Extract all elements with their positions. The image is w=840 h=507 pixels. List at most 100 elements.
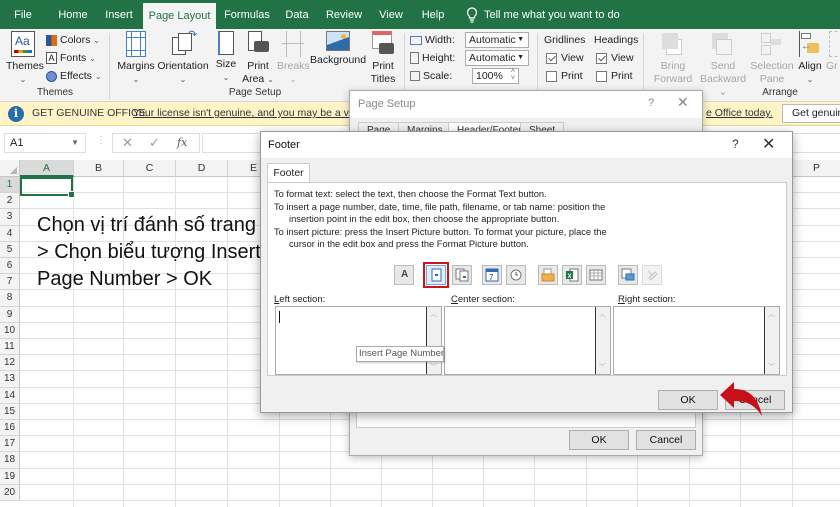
align-button[interactable]: ← Align ⌄ xyxy=(796,31,824,86)
insert-function-icon[interactable]: fx xyxy=(177,136,187,149)
insert-page-number-button[interactable] xyxy=(423,262,449,288)
scroll-down-icon[interactable]: ﹀ xyxy=(599,362,606,372)
tab-review[interactable]: Review xyxy=(325,0,363,29)
height-dropdown[interactable]: Automatic ▼ xyxy=(465,50,529,66)
left-section-input[interactable]: ︿ ﹀ xyxy=(275,306,442,375)
row-header-15[interactable]: 15 xyxy=(0,403,20,420)
margins-button[interactable]: Margins ⌄ xyxy=(116,31,156,86)
scroll-up-icon[interactable]: ︿ xyxy=(430,309,437,319)
row-header-3[interactable]: 3 xyxy=(0,209,20,226)
tab-file[interactable]: File xyxy=(8,0,38,29)
fonts-button[interactable]: A Fonts ⌄ xyxy=(46,49,96,67)
banner-message-link-end[interactable]: e Office today. xyxy=(706,107,773,119)
selected-cell-a1[interactable] xyxy=(20,177,75,198)
headings-print-checkbox[interactable]: Print xyxy=(596,67,633,85)
group-button[interactable]: Gr xyxy=(826,31,840,73)
insert-picture-button[interactable] xyxy=(618,265,638,285)
row-header-10[interactable]: 10 xyxy=(0,322,20,339)
scroll-down-icon[interactable]: ﹀ xyxy=(768,362,775,372)
row-header-14[interactable]: 14 xyxy=(0,387,20,404)
headings-view-checkbox[interactable]: View xyxy=(596,49,634,67)
print-titles-button[interactable]: Print Titles xyxy=(367,31,399,86)
tab-footer[interactable]: Footer xyxy=(267,163,310,183)
format-text-button[interactable]: A xyxy=(394,265,414,285)
scrollbar[interactable]: ︿ ﹀ xyxy=(764,307,779,374)
row-header-1[interactable]: 1 xyxy=(0,177,20,194)
column-header-p[interactable]: P xyxy=(793,160,840,177)
tab-view[interactable]: View xyxy=(377,0,405,29)
row-header-20[interactable]: 20 xyxy=(0,484,20,501)
row-header-19[interactable]: 19 xyxy=(0,468,20,485)
gridlines-view-checkbox[interactable]: View xyxy=(546,49,584,67)
tab-page-layout[interactable]: Page Layout xyxy=(143,3,216,29)
page-setup-ok-button[interactable]: OK xyxy=(569,430,629,450)
row-header-6[interactable]: 6 xyxy=(0,258,20,275)
right-section-input[interactable]: ︿ ﹀ xyxy=(613,306,780,375)
row-header-11[interactable]: 11 xyxy=(0,339,20,356)
breaks-button[interactable]: Breaks ⌄ xyxy=(277,31,310,86)
get-genuine-button[interactable]: Get genuine xyxy=(782,104,840,123)
spinner-arrows-icon: ˄ ˅ xyxy=(510,68,515,82)
enter-formula-icon[interactable]: ✓ xyxy=(149,135,160,151)
insert-file-path-button[interactable] xyxy=(538,265,558,285)
scrollbar[interactable]: ︿ ﹀ xyxy=(595,307,610,374)
cancel-formula-icon[interactable]: ✕ xyxy=(122,135,133,151)
select-all-corner[interactable] xyxy=(0,160,20,177)
format-picture-button[interactable] xyxy=(642,265,662,285)
insert-sheet-name-button[interactable] xyxy=(586,265,606,285)
send-backward-button[interactable]: Send Backward ⌄ xyxy=(698,31,748,99)
scrollbar[interactable]: ︿ ﹀ xyxy=(426,307,441,374)
row-header-7[interactable]: 7 xyxy=(0,274,20,291)
size-button[interactable]: Size ⌄ xyxy=(212,31,240,84)
row-header-18[interactable]: 18 xyxy=(0,452,20,469)
svg-text:7: 7 xyxy=(489,273,494,282)
column-header-d[interactable]: D xyxy=(176,160,228,177)
name-box[interactable]: A1 ▼ xyxy=(4,133,86,153)
row-header-2[interactable]: 2 xyxy=(0,193,20,210)
tab-insert[interactable]: Insert xyxy=(100,0,138,29)
tell-me-search[interactable]: Tell me what you want to do xyxy=(466,0,620,29)
close-icon[interactable]: ✕ xyxy=(762,134,775,154)
row-header-13[interactable]: 13 xyxy=(0,371,20,388)
row-header-17[interactable]: 17 xyxy=(0,436,20,453)
row-header-5[interactable]: 5 xyxy=(0,241,20,258)
column-header-b[interactable]: B xyxy=(74,160,124,177)
checkbox-unchecked-icon xyxy=(596,70,607,82)
row-header-8[interactable]: 8 xyxy=(0,290,20,307)
help-button[interactable]: ? xyxy=(732,137,739,151)
tab-data[interactable]: Data xyxy=(283,0,311,29)
page-setup-cancel-button[interactable]: Cancel xyxy=(636,430,696,450)
bring-forward-button[interactable]: Bring Forward ⌄ xyxy=(650,31,696,99)
effects-button[interactable]: Effects ⌄ xyxy=(46,67,102,85)
insert-number-of-pages-button[interactable] xyxy=(452,265,472,285)
themes-button[interactable]: Aa Themes ⌄ xyxy=(6,31,44,86)
print-area-button[interactable]: Print Area ⌄ xyxy=(242,31,274,86)
help-button[interactable]: ? xyxy=(648,97,654,109)
insert-time-button[interactable] xyxy=(506,265,526,285)
orientation-button[interactable]: ↷ Orientation ⌄ xyxy=(156,29,210,86)
insert-file-name-button[interactable]: X xyxy=(562,265,582,285)
row-header-9[interactable]: 9 xyxy=(0,306,20,323)
selection-pane-button[interactable]: Selection Pane xyxy=(750,31,794,86)
tab-formulas[interactable]: Formulas xyxy=(222,0,272,29)
tab-home[interactable]: Home xyxy=(52,0,94,29)
footer-ok-button[interactable]: OK xyxy=(658,390,718,410)
gridlines-print-checkbox[interactable]: Print xyxy=(546,67,583,85)
close-icon[interactable]: ✕ xyxy=(677,94,689,111)
width-dropdown[interactable]: Automatic ▼ xyxy=(465,32,529,48)
scroll-down-icon[interactable]: ﹀ xyxy=(430,362,437,372)
scroll-up-icon[interactable]: ︿ xyxy=(599,309,606,319)
banner-message-link[interactable]: Your license isn't genuine, and you may … xyxy=(133,107,370,119)
tab-help[interactable]: Help xyxy=(418,0,448,29)
scale-spinner[interactable]: 100% ˄ ˅ xyxy=(472,68,519,84)
column-header-c[interactable]: C xyxy=(124,160,176,177)
row-header-12[interactable]: 12 xyxy=(0,355,20,372)
insert-date-button[interactable]: 7 xyxy=(482,265,502,285)
background-button[interactable]: Background xyxy=(310,31,366,67)
colors-button[interactable]: Colors ⌄ xyxy=(46,31,100,49)
row-header-4[interactable]: 4 xyxy=(0,225,20,242)
row-header-16[interactable]: 16 xyxy=(0,420,20,437)
column-header-a[interactable]: A xyxy=(20,160,74,177)
center-section-input[interactable]: ︿ ﹀ xyxy=(444,306,611,375)
scroll-up-icon[interactable]: ︿ xyxy=(768,309,775,319)
